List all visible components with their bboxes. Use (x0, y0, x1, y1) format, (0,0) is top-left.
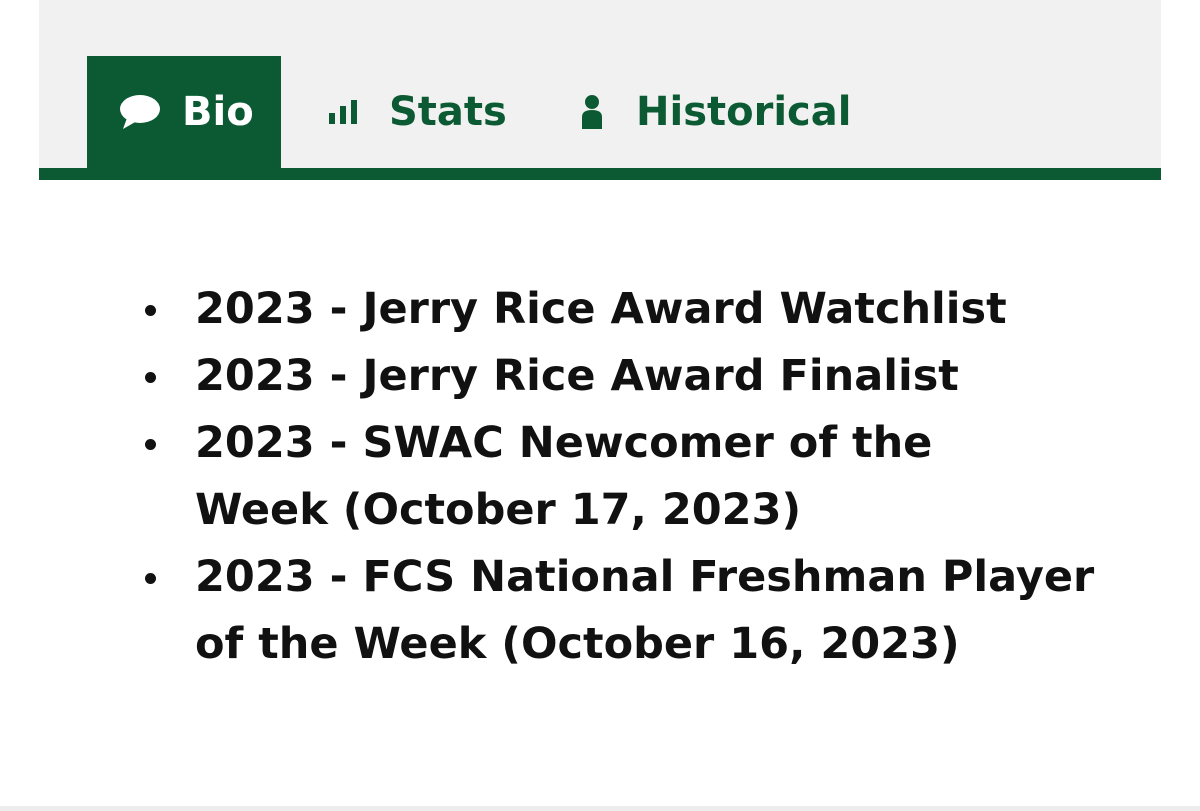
tab-stats[interactable]: Stats (327, 56, 507, 168)
honor-text: 2023 - Jerry Rice Award Watchlist (195, 284, 1007, 334)
player-bio-card: Bio Stats Historical 2023 - Jerry Rice A… (0, 0, 1200, 811)
bar-chart-icon (327, 100, 363, 124)
bullet (145, 372, 156, 383)
list-item: 2023 - FCS National Freshman Player of t… (135, 544, 1135, 678)
tab-historical[interactable]: Historical (580, 56, 851, 168)
tab-stats-label: Stats (389, 89, 507, 135)
tab-historical-label: Historical (636, 89, 852, 135)
bullet (145, 305, 156, 316)
honor-text-line-2: Week (October 17, 2023) (195, 485, 802, 535)
tab-bio-label: Bio (182, 89, 254, 135)
person-icon (580, 95, 604, 129)
honor-text-line-1: 2023 - SWAC Newcomer of the (195, 418, 933, 468)
tab-bar-underline (39, 168, 1161, 180)
list-item: 2023 - SWAC Newcomer of the Week (Octobe… (135, 410, 1135, 544)
comment-icon (118, 94, 162, 130)
bullet (145, 439, 156, 450)
honors-list: 2023 - Jerry Rice Award Watchlist 2023 -… (135, 276, 1135, 678)
list-item: 2023 - Jerry Rice Award Watchlist (135, 276, 1135, 343)
list-item: 2023 - Jerry Rice Award Finalist (135, 343, 1135, 410)
honor-text: 2023 - Jerry Rice Award Finalist (195, 351, 959, 401)
bullet (145, 573, 156, 584)
honor-text-line-1: 2023 - FCS National Freshman Player (195, 552, 1095, 602)
divider (0, 806, 1200, 811)
honor-text-line-2: of the Week (October 16, 2023) (195, 619, 960, 669)
tab-bio[interactable]: Bio (87, 56, 281, 168)
